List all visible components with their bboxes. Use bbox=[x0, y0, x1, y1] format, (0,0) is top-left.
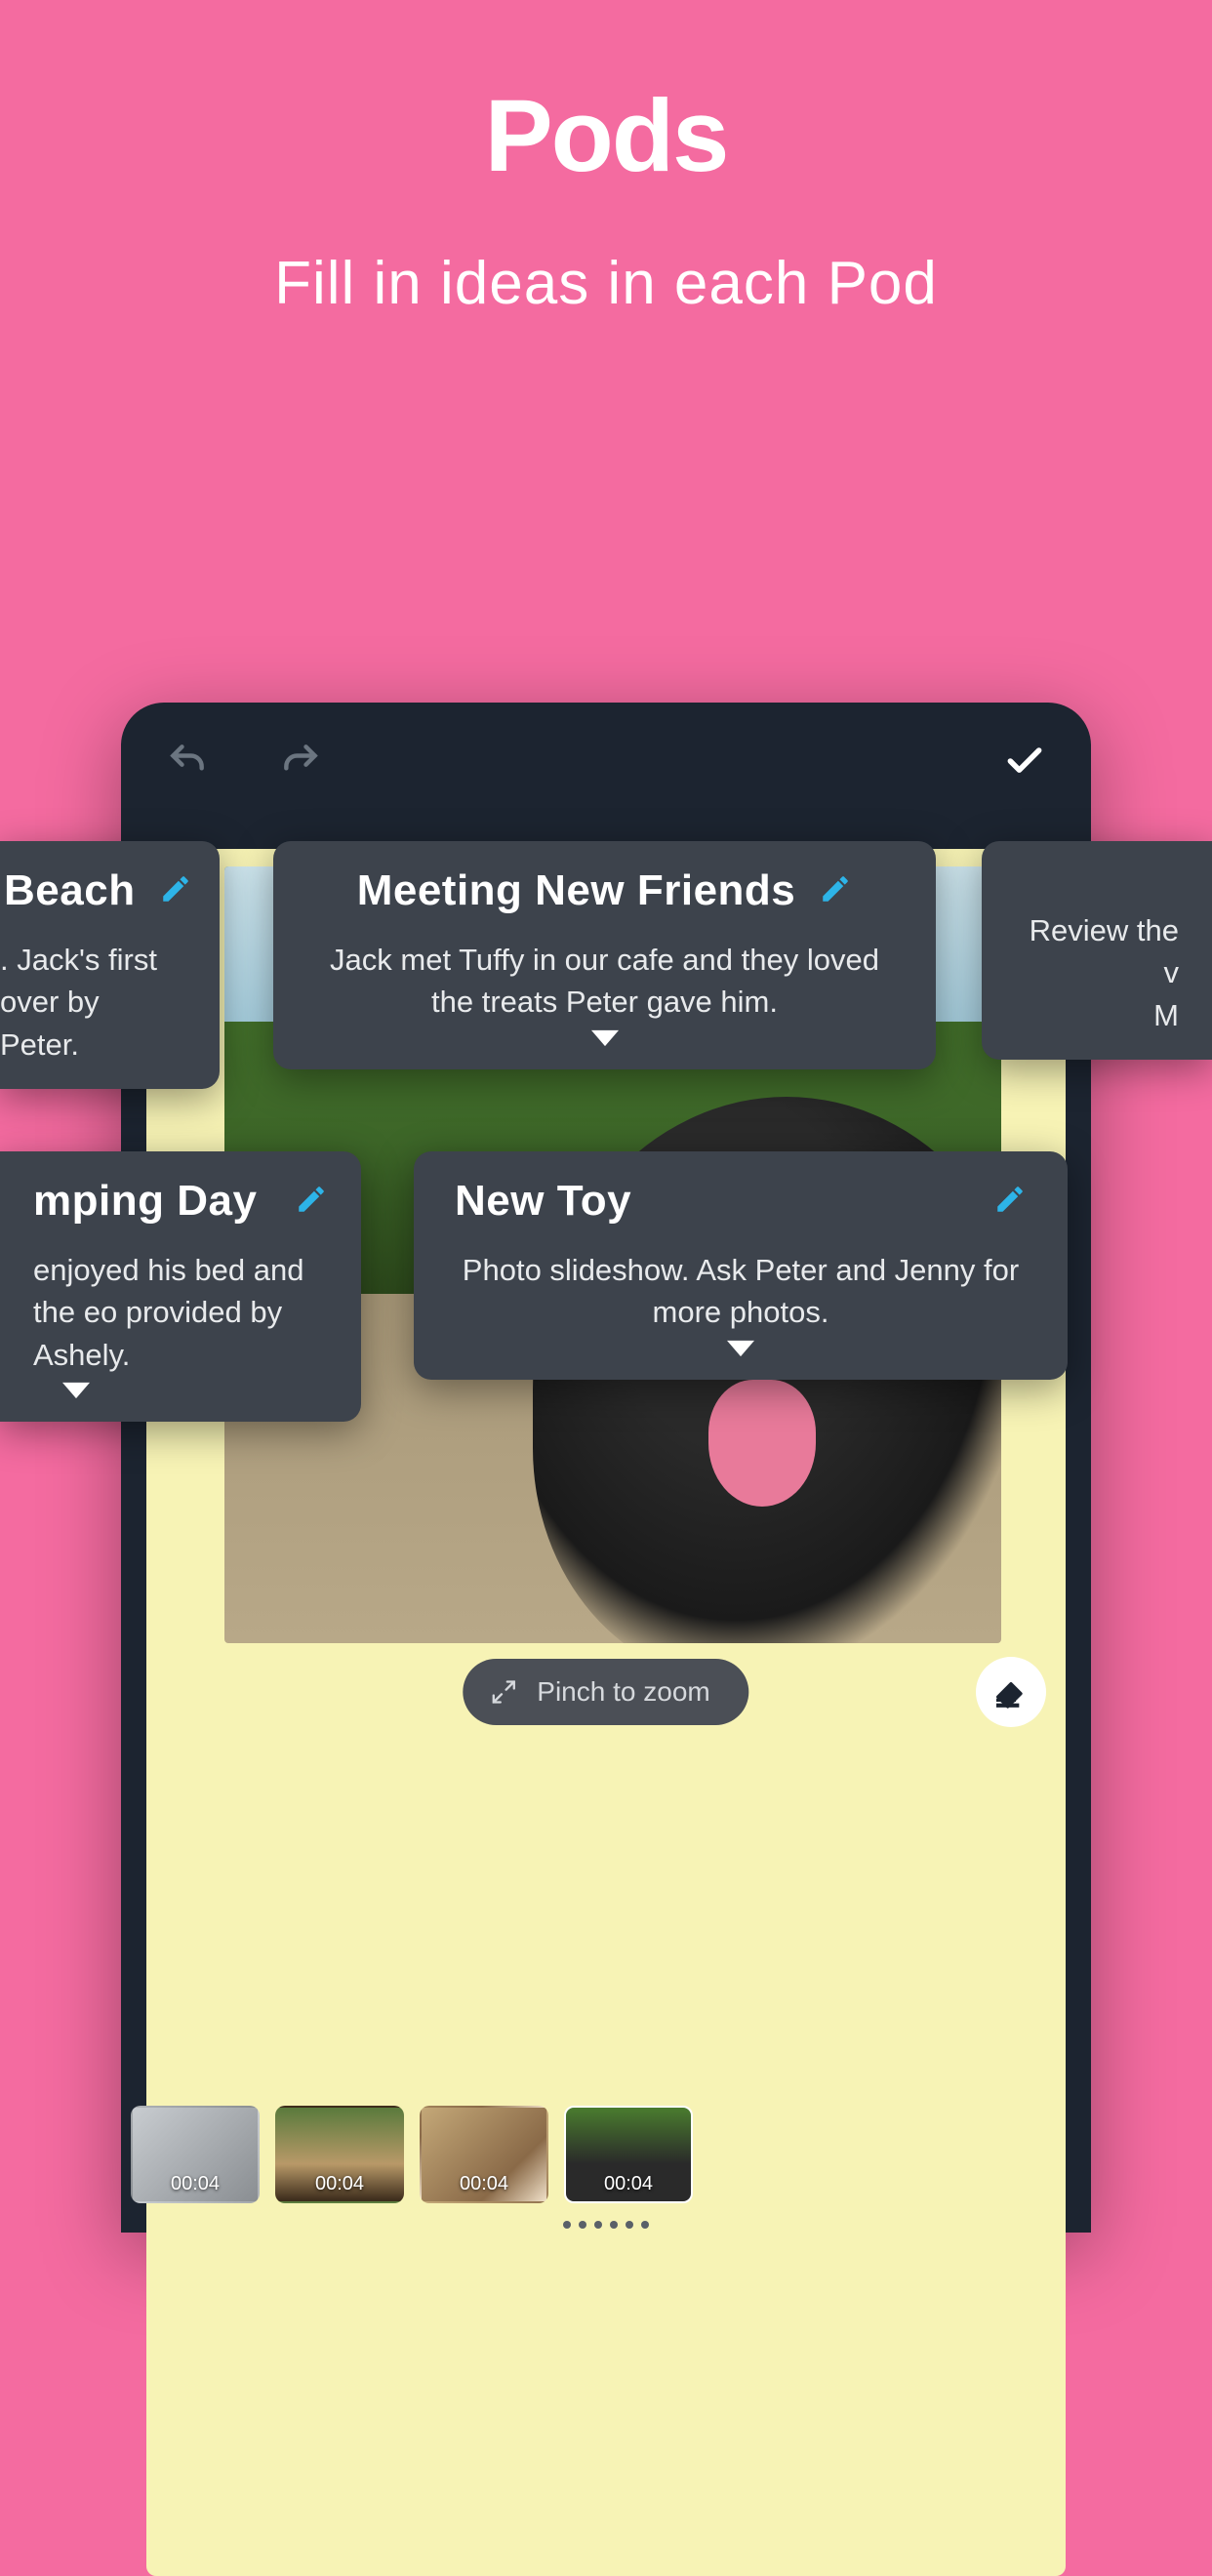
expand-caret[interactable] bbox=[306, 1029, 903, 1052]
edit-icon[interactable] bbox=[819, 872, 852, 910]
pod-description: Photo slideshow. Ask Peter and Jenny for… bbox=[447, 1249, 1034, 1334]
redo-button[interactable] bbox=[273, 734, 328, 788]
pod-card-newtoy[interactable]: New Toy Photo slideshow. Ask Peter and J… bbox=[414, 1151, 1068, 1380]
edit-icon[interactable] bbox=[295, 1183, 328, 1221]
pod-title: New Toy bbox=[455, 1177, 631, 1226]
pod-title: Meeting New Friends bbox=[357, 866, 796, 915]
hero-subtitle: Fill in ideas in each Pod bbox=[0, 249, 1212, 318]
expand-caret[interactable] bbox=[447, 1340, 1034, 1362]
clip-duration: 00:04 bbox=[133, 2173, 258, 2195]
clip-duration: 00:04 bbox=[277, 2173, 402, 2195]
pod-title: Beach bbox=[4, 866, 136, 915]
toolbar bbox=[121, 703, 1091, 820]
clip-thumbnail[interactable]: 00:04 bbox=[275, 2106, 404, 2203]
pod-card-review[interactable]: Review the v M bbox=[982, 841, 1212, 1060]
edit-icon[interactable] bbox=[159, 872, 192, 910]
eraser-icon bbox=[991, 1672, 1030, 1711]
pod-description: . Jack's first over by Peter. bbox=[0, 939, 186, 1066]
pod-description: Jack met Tuffy in our cafe and they love… bbox=[306, 939, 903, 1024]
pod-description: Review the v M bbox=[1015, 909, 1179, 1036]
timeline[interactable]: 00:04 00:04 00:04 00:04 bbox=[121, 2106, 1091, 2203]
pod-card-meeting[interactable]: Meeting New Friends Jack met Tuffy in ou… bbox=[273, 841, 936, 1069]
zoom-hint: Pinch to zoom bbox=[463, 1659, 748, 1725]
clip-thumbnail[interactable]: 00:04 bbox=[564, 2106, 693, 2203]
clip-duration: 00:04 bbox=[566, 2173, 691, 2195]
undo-button[interactable] bbox=[160, 734, 215, 788]
pod-card-camping[interactable]: mping Day enjoyed his bed and the eo pro… bbox=[0, 1151, 361, 1422]
pod-card-beach[interactable]: Beach . Jack's first over by Peter. bbox=[0, 841, 220, 1089]
pod-description: enjoyed his bed and the eo provided by A… bbox=[33, 1249, 328, 1376]
canvas[interactable]: Pinch to zoom bbox=[146, 849, 1066, 2576]
clip-duration: 00:04 bbox=[422, 2173, 546, 2195]
clip-thumbnail[interactable]: 00:04 bbox=[420, 2106, 548, 2203]
pod-title: mping Day bbox=[33, 1177, 257, 1226]
hero-title: Pods bbox=[0, 78, 1212, 195]
page-dots bbox=[563, 2221, 649, 2229]
clip-thumbnail[interactable]: 00:04 bbox=[131, 2106, 260, 2203]
confirm-button[interactable] bbox=[997, 734, 1052, 788]
eraser-button[interactable] bbox=[976, 1657, 1046, 1727]
edit-icon[interactable] bbox=[993, 1183, 1027, 1221]
zoom-hint-label: Pinch to zoom bbox=[537, 1676, 709, 1708]
expand-caret[interactable] bbox=[33, 1382, 328, 1404]
expand-icon bbox=[490, 1678, 517, 1706]
